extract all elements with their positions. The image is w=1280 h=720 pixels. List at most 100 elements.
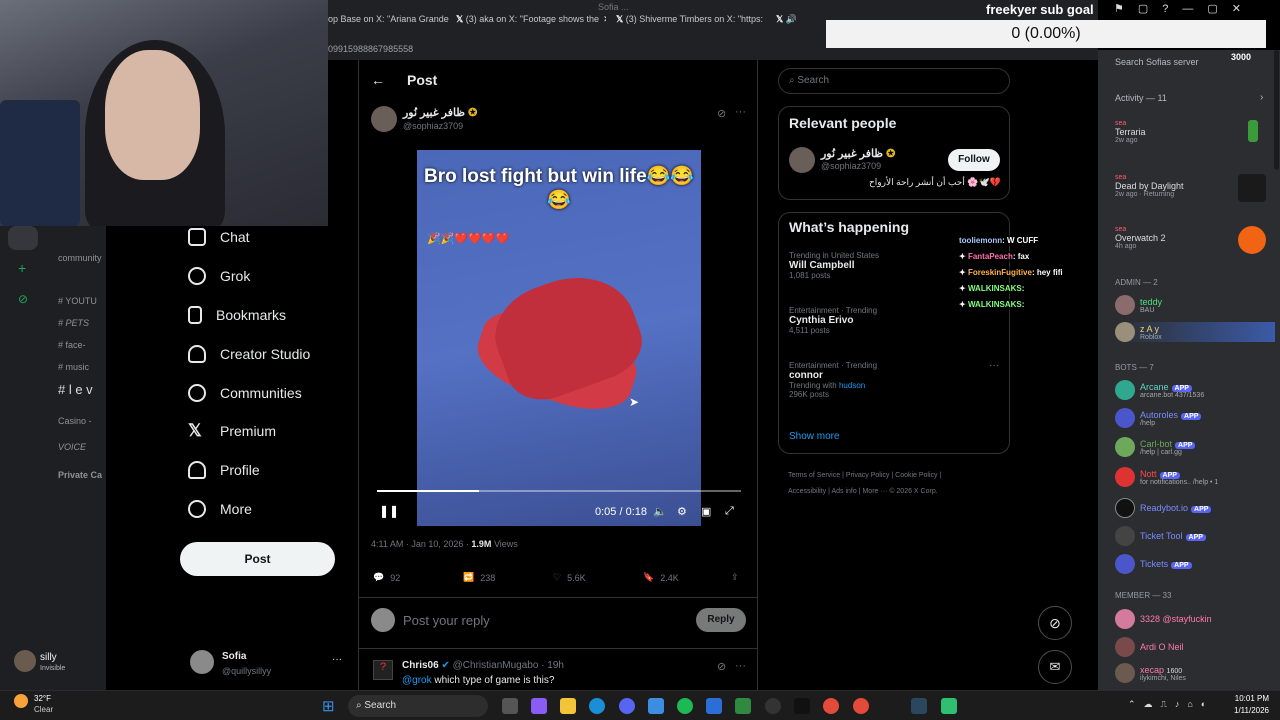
taskbar-search[interactable]: ⌕ Search [348, 695, 488, 717]
spotify-icon[interactable] [677, 698, 693, 714]
trend-item[interactable]: Trending in United States Will Campbell … [789, 251, 879, 280]
app-icon[interactable] [765, 698, 781, 714]
footer-link[interactable]: Cookie Policy [895, 472, 937, 479]
discord-icon[interactable] [619, 698, 635, 714]
add-server-icon[interactable]: + [18, 260, 26, 276]
trend-item[interactable]: Entertainment · Trending connor Trending… [789, 361, 877, 399]
nav-more[interactable]: More [188, 496, 252, 522]
grok-floating-button[interactable]: ⊘ [1038, 606, 1072, 640]
post-more-icon[interactable]: ··· [735, 106, 746, 118]
repost-count[interactable]: 🔁 238 [463, 572, 495, 583]
nav-chat[interactable]: Chat [188, 224, 250, 250]
weather-temp[interactable]: 32°F [34, 694, 51, 703]
member-item[interactable]: 3328 @stayfuckin [1115, 609, 1212, 629]
grok-icon[interactable]: ⊘ [717, 660, 726, 673]
clock-date[interactable]: 1/11/2026 [1222, 706, 1269, 715]
scrollbar[interactable] [1274, 50, 1279, 170]
account-menu-icon[interactable]: ··· [332, 654, 342, 665]
channel-category[interactable]: community [58, 253, 102, 263]
member-item[interactable]: teddy BAU [1115, 295, 1162, 315]
activity-header[interactable]: Activity — 11 [1115, 93, 1167, 103]
bookmark-count[interactable]: 🔖 2.4K [643, 572, 679, 583]
copilot-icon[interactable] [531, 698, 547, 714]
channel-category[interactable]: Casino - [58, 416, 92, 426]
channel-item[interactable]: # music [58, 362, 89, 372]
channel-item[interactable]: # face- [58, 340, 86, 350]
clock-time[interactable]: 10:01 PM [1225, 694, 1269, 703]
footer-link[interactable]: Privacy Policy [846, 472, 890, 479]
bot-item[interactable]: Autoroles APP/help [1115, 408, 1202, 428]
member-item[interactable]: xecap 1600 ilykimchi, Niles [1115, 663, 1186, 683]
chevron-right-icon[interactable]: › [1260, 92, 1263, 103]
volume-icon[interactable]: 🔈 [653, 505, 667, 518]
footer-link[interactable]: Terms of Service [788, 472, 840, 479]
search-input[interactable]: ⌕ Search [778, 68, 1010, 94]
reply-count[interactable]: 💬 92 [373, 572, 400, 583]
bot-item[interactable]: Nott APP for notifications.. /help • 1 [1115, 467, 1218, 487]
trend-item[interactable]: Entertainment · Trending Cynthia Erivo 4… [789, 306, 877, 335]
relevant-name[interactable]: ظافر غبير نُور ✪ [821, 147, 895, 160]
edge-icon[interactable] [589, 698, 605, 714]
steam-icon[interactable] [911, 698, 927, 714]
channel-item[interactable]: # PETS [58, 318, 89, 328]
channel-category[interactable]: Private Ca [58, 470, 102, 480]
store-icon[interactable] [648, 698, 664, 714]
windows-start-icon[interactable]: ⊞ [322, 697, 335, 715]
browser-tab[interactable]: 𝕏 (3) aka on X: "Footage shows the✕ [456, 14, 606, 34]
nav-grok[interactable]: Grok [188, 263, 250, 289]
window-controls[interactable]: ⚑▢?—▢✕ [1114, 2, 1255, 15]
settings-icon[interactable]: ⚙ [677, 505, 687, 518]
member-item[interactable]: Ardi O Neil [1115, 637, 1184, 657]
comment-author[interactable]: Chris06 ✔ @ChristianMugabo · 19h [402, 660, 564, 671]
member-item[interactable]: z A y Roblox [1115, 322, 1275, 342]
like-count[interactable]: ♡ 5.6K [553, 572, 586, 583]
video-player[interactable]: Bro lost fight but win life😂😂😂 🎉🎉❤️❤️❤️❤… [371, 150, 747, 526]
nav-creator-studio[interactable]: Creator Studio [188, 341, 310, 367]
system-tray-icons[interactable]: ⌃☁⎍♪⌂◐ [1128, 699, 1214, 710]
comment-more-icon[interactable]: ··· [735, 660, 746, 672]
reply-button[interactable]: Reply [696, 608, 746, 632]
author-name[interactable]: ظافر غبير نُور ✪ [403, 106, 477, 119]
share-icon[interactable]: ⇪ [731, 572, 739, 583]
messages-floating-button[interactable]: ✉ [1038, 650, 1072, 684]
user-avatar[interactable] [14, 650, 36, 672]
browser-tab-active[interactable]: 𝕏 🔊 [776, 14, 816, 34]
show-more-link[interactable]: Show more [789, 431, 840, 442]
grok-icon[interactable]: ⊘ [717, 107, 726, 120]
app-icon[interactable] [735, 698, 751, 714]
browser-tab[interactable]: op Base on X: "Ariana Grande [328, 14, 456, 34]
weather-icon[interactable] [14, 694, 28, 708]
chrome-icon[interactable] [823, 698, 839, 714]
bot-item[interactable]: Ticket Tool APP [1115, 526, 1206, 546]
back-arrow-icon[interactable]: ← [371, 72, 385, 88]
follow-button[interactable]: Follow [948, 149, 1000, 171]
channel-item[interactable]: # YOUTU [58, 296, 97, 306]
trend-more-icon[interactable]: ··· [989, 360, 999, 371]
nav-bookmarks[interactable]: Bookmarks [188, 302, 286, 328]
app-icon[interactable] [941, 698, 957, 714]
channel-item[interactable]: VOICE [58, 442, 86, 452]
mail-icon[interactable] [706, 698, 722, 714]
pip-icon[interactable]: ▣ [701, 505, 711, 518]
bot-item[interactable]: Tickets APP [1115, 554, 1192, 574]
nav-premium[interactable]: 𝕏 Premium [188, 418, 276, 444]
compose-post-button[interactable]: Post [180, 542, 335, 576]
fullscreen-icon[interactable]: ⤢ [725, 505, 734, 518]
server-icon[interactable] [8, 226, 38, 250]
comment-avatar[interactable]: ? [373, 660, 393, 680]
task-view-icon[interactable] [502, 698, 518, 714]
reply-input[interactable]: Post your reply [403, 613, 490, 628]
bot-item[interactable]: Carl-bot APP/help | carl.gg [1115, 437, 1196, 457]
relevant-avatar[interactable] [789, 147, 815, 173]
footer-link[interactable]: More ··· [862, 488, 887, 495]
author-handle[interactable]: @sophiaz3709 [403, 121, 463, 131]
nav-profile[interactable]: Profile [188, 457, 260, 483]
footer-link[interactable]: Ads info [831, 488, 856, 495]
bot-item[interactable]: Arcane APP arcane.bot 437/1536 [1115, 380, 1204, 400]
file-explorer-icon[interactable] [560, 698, 576, 714]
account-avatar[interactable] [190, 650, 214, 674]
video-progress-track[interactable] [377, 490, 741, 492]
tiktok-icon[interactable] [794, 698, 810, 714]
relevant-handle[interactable]: @sophiaz3709 [821, 161, 881, 171]
chrome-icon[interactable] [853, 698, 869, 714]
